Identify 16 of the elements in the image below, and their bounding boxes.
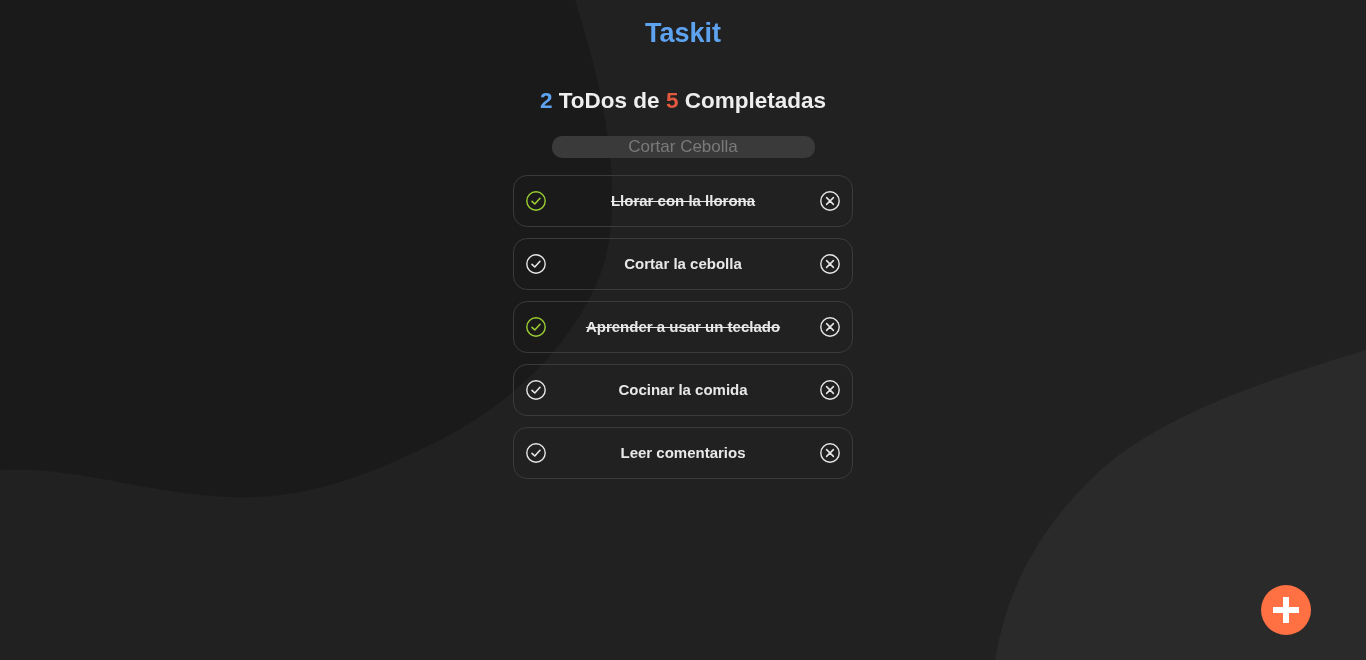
todo-text: Cortar la cebolla (623, 253, 743, 274)
close-icon[interactable] (820, 191, 840, 211)
close-icon[interactable] (820, 317, 840, 337)
search-field[interactable]: Cortar Cebolla (551, 136, 815, 158)
close-icon[interactable] (820, 254, 840, 274)
close-icon[interactable] (820, 380, 840, 400)
todo-text: Llorar con la llorona (609, 190, 757, 211)
todo-text: Leer comentarios (619, 442, 747, 463)
todo-text: Cocinar la comida (617, 379, 749, 400)
plus-icon (1273, 597, 1299, 623)
check-circle-icon[interactable] (526, 317, 546, 337)
todo-text: Aprender a usar un teclado (584, 316, 782, 337)
todo-counter: 2 ToDos de 5 Completadas (540, 87, 826, 115)
close-icon[interactable] (820, 443, 840, 463)
check-circle-icon[interactable] (526, 191, 546, 211)
app-title: Taskit (645, 17, 721, 50)
